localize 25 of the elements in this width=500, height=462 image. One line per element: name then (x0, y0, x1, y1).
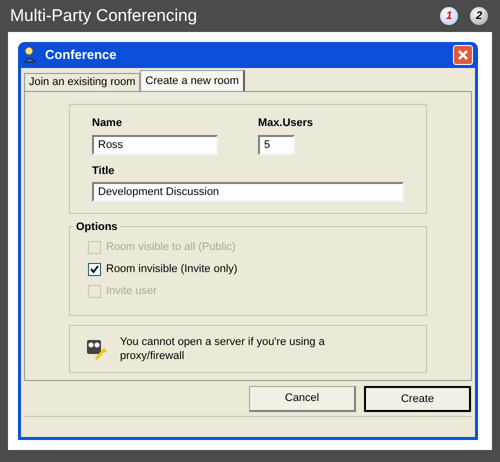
option-label: Room visible to all (Public) (106, 240, 236, 255)
tab[interactable]: Create a new room (140, 70, 245, 91)
checkbox[interactable] (88, 262, 101, 276)
max-users-label: Max.Users (258, 116, 314, 131)
dialog-title: Conference (45, 46, 118, 64)
title-label: Title (92, 164, 116, 178)
dialog-button[interactable]: Create (364, 386, 471, 412)
input-field[interactable]: 5 (258, 134, 295, 154)
name-label: Name (92, 116, 123, 131)
robot-wrench-icon (84, 337, 108, 361)
options-legend: Options (74, 219, 120, 236)
close-icon (458, 50, 468, 60)
page-button[interactable]: 1 (440, 7, 458, 25)
app-title: Multi-Party Conferencing (10, 5, 198, 28)
user-icon (23, 46, 39, 64)
input-field[interactable]: Ross (92, 134, 218, 154)
dialog-button[interactable]: Cancel (249, 386, 356, 412)
notice-text: You cannot open a server if you're using a proxy/firewall (120, 335, 326, 363)
option-label: Room invisible (Invite only) (106, 262, 238, 277)
page-button[interactable]: 2 (470, 7, 488, 25)
input-field[interactable]: Development Discussion (92, 182, 404, 202)
option-label: Invite user (106, 284, 157, 299)
check-icon (90, 264, 99, 274)
tab[interactable]: Join an exisiting room (24, 73, 140, 91)
close-button[interactable] (453, 45, 473, 65)
